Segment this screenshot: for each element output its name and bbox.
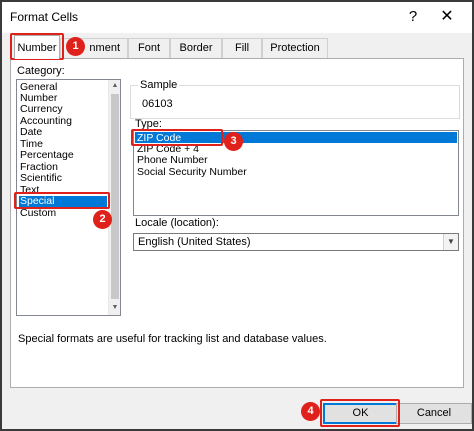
title-bar: Format Cells ? ✕	[2, 2, 472, 33]
callout-badge-3: 3	[224, 132, 243, 151]
sample-value: 06103	[142, 98, 173, 110]
type-item-ssn[interactable]: Social Security Number	[137, 167, 247, 178]
scroll-up-icon[interactable]: ▲	[109, 80, 121, 92]
help-button[interactable]: ?	[400, 5, 426, 29]
locale-dropdown[interactable]: English (United States) ▼	[133, 233, 459, 251]
locale-label: Locale (location):	[135, 217, 219, 229]
tab-font[interactable]: Font	[128, 38, 170, 58]
tab-border[interactable]: Border	[170, 38, 222, 58]
close-button[interactable]: ✕	[432, 5, 462, 29]
dialog-title: Format Cells	[10, 10, 79, 24]
cancel-button[interactable]: Cancel	[396, 403, 472, 424]
callout-box-special	[14, 192, 110, 209]
sample-group	[130, 85, 460, 119]
category-item-currency[interactable]: Currency	[20, 104, 63, 115]
tab-number[interactable]: Number	[14, 35, 60, 59]
type-item-phone-number[interactable]: Phone Number	[137, 155, 208, 166]
format-cells-dialog: Format Cells ? ✕ nment Font Border Fill …	[0, 0, 474, 431]
category-item-custom[interactable]: Custom	[20, 208, 56, 219]
tab-fill[interactable]: Fill	[222, 38, 262, 58]
category-item-date[interactable]: Date	[20, 127, 42, 138]
locale-value: English (United States)	[138, 236, 251, 248]
category-label: Category:	[17, 65, 65, 77]
scroll-thumb[interactable]	[111, 94, 119, 299]
tab-protection[interactable]: Protection	[262, 38, 328, 58]
callout-box-ok	[320, 399, 400, 427]
callout-box-zip-code	[131, 129, 223, 146]
callout-badge-2: 2	[93, 210, 112, 229]
category-item-scientific[interactable]: Scientific	[20, 173, 62, 184]
callout-badge-4: 4	[301, 402, 320, 421]
category-item-percentage[interactable]: Percentage	[20, 150, 74, 161]
format-description: Special formats are useful for tracking …	[18, 333, 327, 345]
chevron-down-icon[interactable]: ▼	[443, 234, 458, 250]
callout-badge-1: 1	[66, 37, 85, 56]
scroll-down-icon[interactable]: ▼	[109, 302, 121, 314]
sample-label: Sample	[138, 79, 180, 91]
